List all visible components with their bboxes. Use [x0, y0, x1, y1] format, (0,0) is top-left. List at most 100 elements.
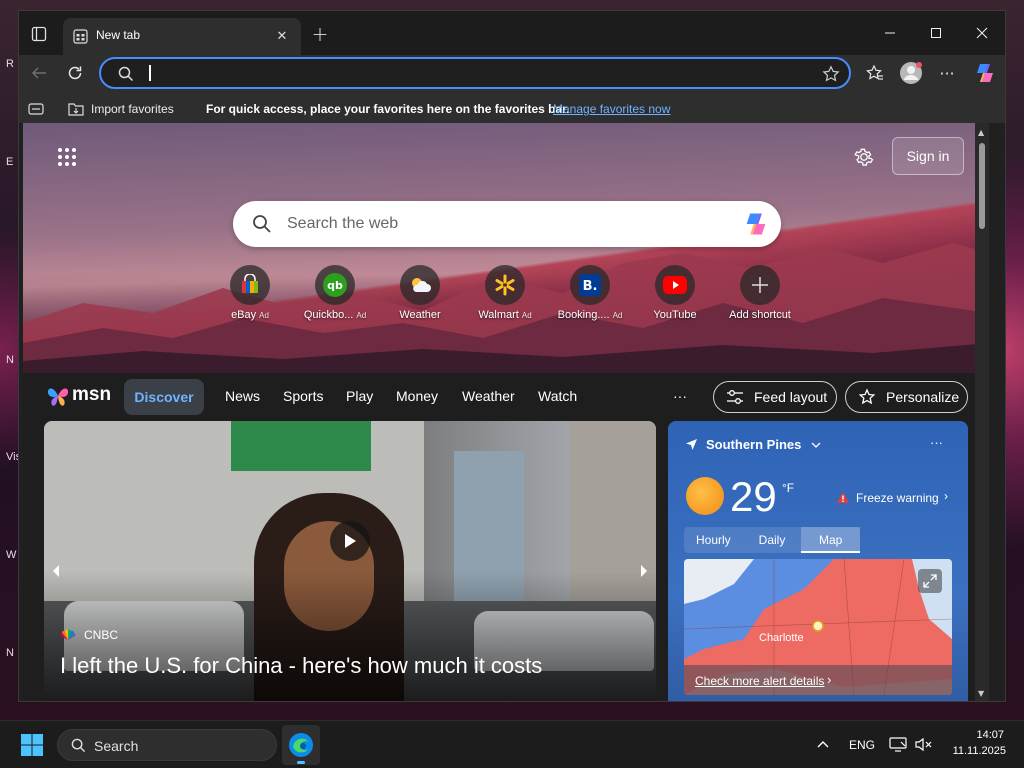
expand-icon[interactable]	[918, 569, 942, 593]
map-city-label: Charlotte	[759, 632, 804, 644]
location-arrow-icon	[684, 437, 698, 451]
weather-card[interactable]: Southern Pines ··· 29 °F Freeze warning …	[668, 421, 968, 701]
search-icon	[117, 65, 135, 83]
copilot-icon[interactable]	[741, 210, 771, 238]
tab-news[interactable]: News	[225, 388, 260, 404]
tab-actions-icon[interactable]	[27, 23, 51, 45]
weather-alert[interactable]: Freeze warning	[856, 491, 939, 505]
sliders-icon	[726, 389, 744, 405]
desktop-icon-label[interactable]: N	[6, 647, 14, 659]
speaker-muted-icon[interactable]	[914, 735, 934, 753]
close-window-icon[interactable]	[959, 19, 1005, 47]
tab-discover[interactable]: Discover	[124, 379, 204, 415]
address-bar[interactable]	[99, 57, 851, 89]
ad-badge: Ad	[612, 311, 623, 320]
browser-window: New tab ✕ + ··· Import favorites For qui…	[18, 10, 1006, 702]
desktop-icon-label[interactable]: E	[6, 156, 13, 168]
web-search-input[interactable]	[287, 213, 687, 235]
alert-details-link[interactable]: Check more alert details	[695, 674, 824, 688]
tab-watch[interactable]: Watch	[538, 388, 577, 404]
chevron-up-icon[interactable]	[814, 735, 832, 753]
weather-temperature: 29	[730, 473, 777, 520]
network-icon[interactable]	[888, 735, 908, 753]
maximize-icon[interactable]	[913, 19, 959, 47]
manage-favorites-link[interactable]: Manage favorites now	[553, 102, 670, 116]
taskbar-search-box[interactable]: Search	[57, 729, 277, 761]
msn-logo[interactable]: msn	[72, 384, 111, 406]
apps-grid-icon[interactable]	[55, 145, 79, 169]
weather-icon	[400, 265, 440, 305]
weather-map[interactable]: Charlotte Check more alert details ›	[684, 559, 952, 695]
sign-in-button[interactable]: Sign in	[892, 137, 964, 175]
tab-money[interactable]: Money	[396, 388, 438, 404]
news-source[interactable]: CNBC	[84, 628, 118, 642]
shortcut-label: Add shortcut	[729, 309, 791, 321]
taskbar-search-label: Search	[94, 738, 139, 754]
tab-sports[interactable]: Sports	[283, 388, 323, 404]
add-shortcut-button[interactable]: Add shortcut	[718, 265, 802, 321]
next-arrow-icon[interactable]	[636, 559, 652, 583]
weather-more-icon[interactable]: ···	[930, 435, 943, 450]
play-icon[interactable]	[330, 521, 370, 561]
news-headline[interactable]: I left the U.S. for China - here's how m…	[60, 653, 542, 679]
shortcut-ebay[interactable]: eBay Ad	[208, 265, 292, 321]
scrollbar[interactable]: ▲ ▼	[975, 123, 989, 701]
shortcut-booking[interactable]: B. Booking.... Ad	[548, 265, 632, 321]
scrollbar-thumb[interactable]	[979, 143, 985, 229]
favorites-bar-icon[interactable]	[27, 101, 45, 117]
weather-tab-map[interactable]: Map	[801, 527, 861, 553]
edge-taskbar-icon[interactable]	[282, 725, 320, 765]
shortcut-weather[interactable]: Weather	[378, 265, 462, 321]
profile-avatar[interactable]	[897, 59, 925, 87]
scroll-up-icon[interactable]: ▲	[978, 128, 984, 137]
shortcut-walmart[interactable]: Walmart Ad	[463, 265, 547, 321]
import-favorites-link[interactable]: Import favorites	[91, 102, 174, 116]
minimize-icon[interactable]	[867, 19, 913, 47]
feed-layout-button[interactable]: Feed layout	[713, 381, 837, 413]
desktop-icon-label[interactable]: W	[6, 549, 16, 561]
news-card-gradient	[44, 571, 656, 701]
shortcut-label: Walmart	[478, 309, 519, 321]
plus-icon	[740, 265, 780, 305]
clock-time[interactable]: 14:07	[960, 729, 1004, 741]
shortcut-quickbooks[interactable]: qb Quickbo... Ad	[293, 265, 377, 321]
desktop-icon-label[interactable]: R	[6, 58, 14, 70]
new-tab-page-icon	[72, 28, 88, 44]
back-arrow-icon[interactable]	[27, 61, 51, 85]
settings-gear-icon[interactable]	[851, 144, 877, 170]
shortcut-label: Quickbo...	[303, 309, 354, 321]
tab-play[interactable]: Play	[346, 388, 373, 404]
more-tabs-icon[interactable]: ···	[673, 388, 687, 404]
favorite-star-icon[interactable]	[821, 64, 841, 84]
news-card[interactable]: CNBC I left the U.S. for China - here's …	[44, 421, 656, 701]
chevron-right-icon[interactable]: ›	[827, 672, 831, 687]
personalize-button[interactable]: Personalize	[845, 381, 968, 413]
chevron-right-icon[interactable]: ›	[944, 489, 948, 503]
scroll-down-icon[interactable]: ▼	[978, 689, 984, 698]
shortcut-youtube[interactable]: YouTube	[633, 265, 717, 321]
personalize-label: Personalize	[886, 389, 960, 405]
favorites-icon[interactable]	[863, 61, 887, 85]
refresh-icon[interactable]	[63, 61, 87, 85]
new-tab-plus-icon[interactable]: +	[308, 22, 332, 46]
language-indicator[interactable]: ENG	[849, 738, 875, 752]
tab-weather[interactable]: Weather	[462, 388, 515, 404]
msn-nav-bar: msn Discover News Sports Play Money Weat…	[23, 373, 989, 421]
ad-badge: Ad	[356, 311, 367, 320]
windows-start-icon[interactable]	[20, 733, 44, 757]
search-icon	[251, 213, 273, 235]
previous-arrow-icon[interactable]	[48, 559, 64, 583]
chevron-down-icon[interactable]	[809, 438, 823, 452]
tab-new-tab[interactable]: New tab ✕	[63, 18, 301, 55]
weather-tab-hourly[interactable]: Hourly	[684, 527, 743, 553]
more-options-icon[interactable]: ···	[935, 61, 959, 85]
weather-tab-daily[interactable]: Daily	[743, 527, 802, 553]
web-search-box[interactable]	[233, 201, 781, 247]
close-tab-icon[interactable]: ✕	[271, 25, 293, 47]
msn-butterfly-icon[interactable]	[45, 383, 71, 409]
new-tab-page: Sign in eBayAd qb	[23, 123, 989, 701]
desktop-icon-label[interactable]: N	[6, 354, 14, 366]
weather-location[interactable]: Southern Pines	[706, 437, 801, 452]
copilot-icon[interactable]	[971, 59, 999, 87]
clock-date[interactable]: 11.11.2025	[946, 745, 1006, 757]
